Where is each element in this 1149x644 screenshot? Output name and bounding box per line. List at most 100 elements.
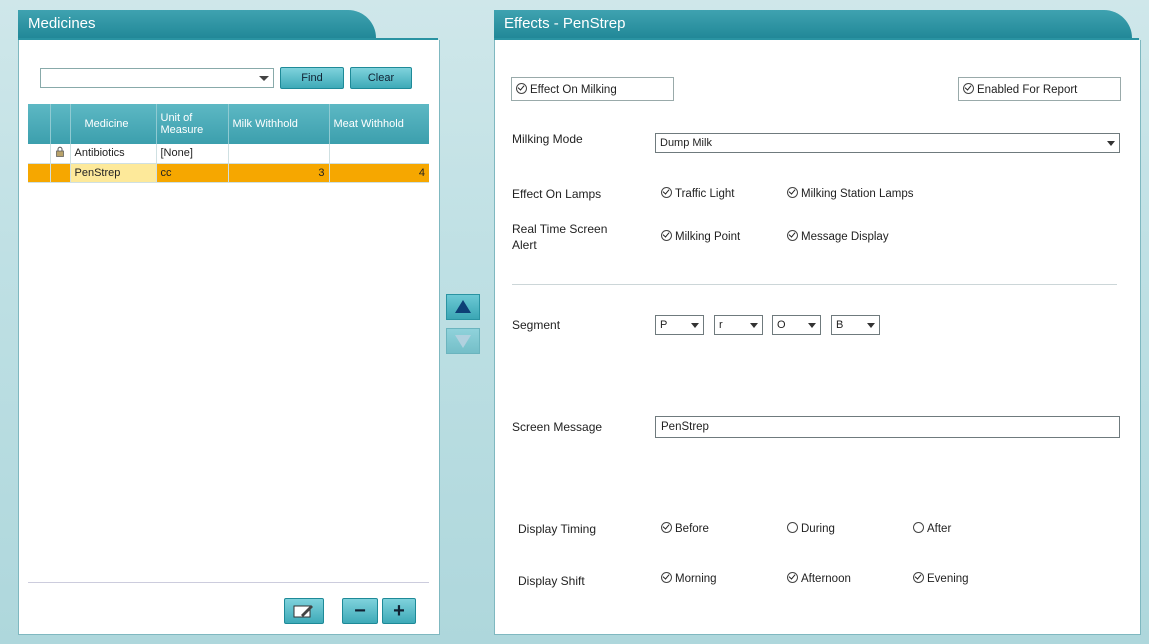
- move-down-button[interactable]: [446, 328, 480, 354]
- table-row[interactable]: PenStrep cc 3 4: [28, 163, 429, 183]
- check-icon: [661, 572, 672, 583]
- section-divider: [512, 284, 1117, 285]
- traffic-light-checkbox[interactable]: Traffic Light: [661, 187, 734, 200]
- col-medicine[interactable]: Medicine: [70, 104, 157, 144]
- medicines-table: Medicine Unit of Measure Milk Withhold M…: [28, 104, 429, 183]
- timing-before-label: Before: [675, 523, 709, 535]
- radio-checked-icon: [661, 522, 672, 533]
- cell-unit: [None]: [156, 144, 229, 164]
- segment-value-1: P: [660, 319, 668, 331]
- edit-icon: [293, 605, 313, 618]
- find-button[interactable]: Find: [280, 67, 344, 89]
- shift-afternoon-label: Afternoon: [801, 573, 851, 585]
- segment-select-4[interactable]: B: [831, 315, 880, 335]
- radio-unchecked-icon: [787, 522, 798, 533]
- chevron-down-icon[interactable]: [691, 323, 699, 328]
- cell-milk: [228, 144, 330, 164]
- shift-evening-label: Evening: [927, 573, 969, 585]
- effect-on-milking-box[interactable]: Effect On Milking: [511, 77, 674, 101]
- milking-mode-value: Dump Milk: [660, 137, 712, 149]
- check-icon: [787, 187, 798, 198]
- timing-during-radio[interactable]: During: [787, 522, 835, 535]
- shift-afternoon-checkbox[interactable]: Afternoon: [787, 572, 851, 585]
- chevron-down-icon[interactable]: [750, 323, 758, 328]
- effect-on-milking-checkbox[interactable]: Effect On Milking: [516, 83, 617, 96]
- milking-point-label: Milking Point: [675, 231, 741, 243]
- message-display-label: Message Display: [801, 231, 889, 243]
- check-icon: [963, 83, 974, 94]
- check-icon: [661, 230, 672, 241]
- chevron-down-icon[interactable]: [867, 323, 875, 328]
- segment-value-4: B: [836, 319, 844, 331]
- col-indicator: [28, 104, 51, 144]
- cell-meat: 4: [329, 163, 429, 183]
- message-display-checkbox[interactable]: Message Display: [787, 230, 889, 243]
- effect-on-milking-label: Effect On Milking: [530, 84, 617, 96]
- cell-medicine: PenStrep: [70, 163, 157, 183]
- arrow-up-icon: [455, 300, 471, 313]
- cell-medicine: Antibiotics: [70, 144, 157, 164]
- remove-button[interactable]: −: [342, 598, 378, 624]
- screen-message-input[interactable]: PenStrep: [655, 416, 1120, 438]
- display-timing-label: Display Timing: [518, 522, 597, 536]
- col-unit[interactable]: Unit of Measure: [156, 104, 229, 144]
- cell-meat: [329, 144, 429, 164]
- effects-panel: [494, 40, 1141, 635]
- enabled-for-report-checkbox[interactable]: Enabled For Report: [963, 83, 1077, 96]
- enabled-for-report-box[interactable]: Enabled For Report: [958, 77, 1121, 101]
- chevron-down-icon[interactable]: [1107, 141, 1115, 146]
- segment-value-2: r: [719, 319, 723, 331]
- timing-after-radio[interactable]: After: [913, 522, 951, 535]
- lock-icon: [50, 144, 71, 164]
- traffic-light-label: Traffic Light: [675, 188, 735, 200]
- check-icon: [661, 187, 672, 198]
- clear-button[interactable]: Clear: [350, 67, 412, 89]
- cell-milk: 3: [228, 163, 330, 183]
- chevron-down-icon[interactable]: [808, 323, 816, 328]
- effects-header: Effects - PenStrep: [494, 10, 1132, 40]
- real-time-alert-label: Real Time Screen Alert: [512, 222, 608, 252]
- effects-title: Effects - PenStrep: [504, 15, 626, 32]
- move-up-button[interactable]: [446, 294, 480, 320]
- table-row[interactable]: Antibiotics [None]: [28, 144, 429, 164]
- row-indicator: [28, 144, 51, 164]
- check-icon: [516, 83, 527, 94]
- lock-cell: [50, 163, 71, 183]
- chevron-down-icon[interactable]: [259, 76, 269, 81]
- row-indicator: [28, 163, 51, 183]
- segment-value-3: O: [777, 319, 786, 331]
- milking-mode-select[interactable]: Dump Milk: [655, 133, 1120, 153]
- add-button[interactable]: +: [382, 598, 416, 624]
- radio-unchecked-icon: [913, 522, 924, 533]
- segment-select-1[interactable]: P: [655, 315, 704, 335]
- shift-evening-checkbox[interactable]: Evening: [913, 572, 969, 585]
- col-meat-withhold[interactable]: Meat Withhold: [329, 104, 429, 144]
- segment-select-3[interactable]: O: [772, 315, 821, 335]
- timing-during-label: During: [801, 523, 835, 535]
- enabled-for-report-label: Enabled For Report: [977, 84, 1078, 96]
- arrow-down-icon: [455, 335, 471, 348]
- shift-morning-label: Morning: [675, 573, 717, 585]
- milking-mode-label: Milking Mode: [512, 132, 583, 146]
- timing-before-radio[interactable]: Before: [661, 522, 709, 535]
- check-icon: [913, 572, 924, 583]
- table-header-row: Medicine Unit of Measure Milk Withhold M…: [28, 104, 429, 144]
- medicine-search-combo[interactable]: [40, 68, 274, 88]
- milking-station-lamps-label: Milking Station Lamps: [801, 188, 914, 200]
- effect-on-lamps-label: Effect On Lamps: [512, 187, 602, 201]
- col-milk-withhold[interactable]: Milk Withhold: [228, 104, 330, 144]
- segment-select-2[interactable]: r: [714, 315, 763, 335]
- shift-morning-checkbox[interactable]: Morning: [661, 572, 717, 585]
- edit-button[interactable]: [284, 598, 324, 624]
- screen-message-label: Screen Message: [512, 420, 603, 434]
- cell-unit: cc: [156, 163, 229, 183]
- medicines-header: Medicines: [18, 10, 376, 40]
- milking-point-checkbox[interactable]: Milking Point: [661, 230, 740, 243]
- milking-station-lamps-checkbox[interactable]: Milking Station Lamps: [787, 187, 914, 200]
- col-lock: [50, 104, 71, 144]
- timing-after-label: After: [927, 523, 952, 535]
- segment-label: Segment: [512, 318, 561, 332]
- footer-divider: [28, 582, 429, 583]
- medicines-title: Medicines: [28, 15, 96, 32]
- display-shift-label: Display Shift: [518, 574, 585, 588]
